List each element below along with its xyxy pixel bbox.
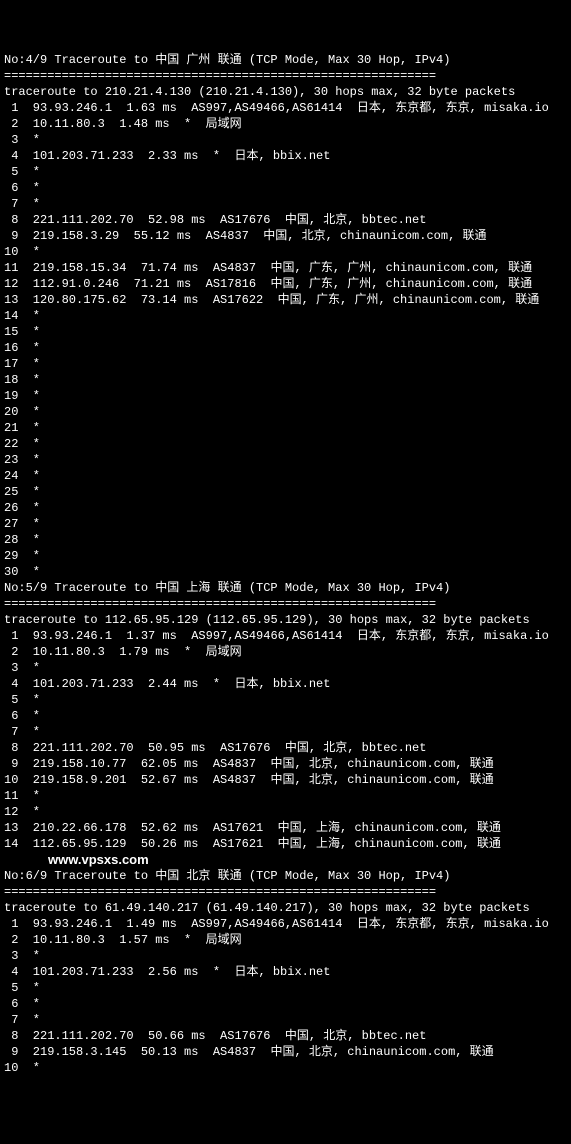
watermark-text: www.vpsxs.com	[4, 852, 567, 868]
terminal-line: 8 221.111.202.70 52.98 ms AS17676 中国, 北京…	[4, 212, 567, 228]
terminal-line: ========================================…	[4, 884, 567, 900]
terminal-line: 11 *	[4, 788, 567, 804]
terminal-line: traceroute to 61.49.140.217 (61.49.140.2…	[4, 900, 567, 916]
terminal-line: ========================================…	[4, 596, 567, 612]
terminal-line: 13 120.80.175.62 73.14 ms AS17622 中国, 广东…	[4, 292, 567, 308]
terminal-line: 1 93.93.246.1 1.37 ms AS997,AS49466,AS61…	[4, 628, 567, 644]
terminal-line: 25 *	[4, 484, 567, 500]
terminal-line: 28 *	[4, 532, 567, 548]
terminal-line: 15 *	[4, 324, 567, 340]
terminal-line: 4 101.203.71.233 2.56 ms * 日本, bbix.net	[4, 964, 567, 980]
terminal-line: 29 *	[4, 548, 567, 564]
terminal-line: 24 *	[4, 468, 567, 484]
terminal-line: 7 *	[4, 196, 567, 212]
terminal-line: 2 10.11.80.3 1.57 ms * 局域网	[4, 932, 567, 948]
terminal-line: 6 *	[4, 996, 567, 1012]
terminal-line: 5 *	[4, 980, 567, 996]
terminal-line: 1 93.93.246.1 1.63 ms AS997,AS49466,AS61…	[4, 100, 567, 116]
terminal-line: 7 *	[4, 1012, 567, 1028]
terminal-line: No:5/9 Traceroute to 中国 上海 联通 (TCP Mode,…	[4, 580, 567, 596]
terminal-line: 8 221.111.202.70 50.95 ms AS17676 中国, 北京…	[4, 740, 567, 756]
terminal-line: 8 221.111.202.70 50.66 ms AS17676 中国, 北京…	[4, 1028, 567, 1044]
terminal-line: 23 *	[4, 452, 567, 468]
terminal-line: 2 10.11.80.3 1.79 ms * 局域网	[4, 644, 567, 660]
terminal-line: 5 *	[4, 164, 567, 180]
terminal-line: ========================================…	[4, 68, 567, 84]
terminal-line: 9 219.158.3.145 50.13 ms AS4837 中国, 北京, …	[4, 1044, 567, 1060]
terminal-line: 2 10.11.80.3 1.48 ms * 局域网	[4, 116, 567, 132]
terminal-line: 3 *	[4, 660, 567, 676]
terminal-output: No:4/9 Traceroute to 中国 广州 联通 (TCP Mode,…	[4, 52, 567, 1076]
terminal-line: 1 93.93.246.1 1.49 ms AS997,AS49466,AS61…	[4, 916, 567, 932]
terminal-line: 30 *	[4, 564, 567, 580]
terminal-line: 17 *	[4, 356, 567, 372]
terminal-line: 10 *	[4, 1060, 567, 1076]
terminal-line: 14 *	[4, 308, 567, 324]
terminal-line: 16 *	[4, 340, 567, 356]
terminal-line: traceroute to 210.21.4.130 (210.21.4.130…	[4, 84, 567, 100]
terminal-line: traceroute to 112.65.95.129 (112.65.95.1…	[4, 612, 567, 628]
terminal-line: 4 101.203.71.233 2.44 ms * 日本, bbix.net	[4, 676, 567, 692]
terminal-line: 3 *	[4, 132, 567, 148]
terminal-line: 6 *	[4, 180, 567, 196]
terminal-line: 12 *	[4, 804, 567, 820]
terminal-line: 9 219.158.10.77 62.05 ms AS4837 中国, 北京, …	[4, 756, 567, 772]
terminal-line: 3 *	[4, 948, 567, 964]
terminal-line: 6 *	[4, 708, 567, 724]
terminal-line: No:6/9 Traceroute to 中国 北京 联通 (TCP Mode,…	[4, 868, 567, 884]
terminal-line: 21 *	[4, 420, 567, 436]
terminal-line: 13 210.22.66.178 52.62 ms AS17621 中国, 上海…	[4, 820, 567, 836]
terminal-line: 11 219.158.15.34 71.74 ms AS4837 中国, 广东,…	[4, 260, 567, 276]
terminal-line: 10 219.158.9.201 52.67 ms AS4837 中国, 北京,…	[4, 772, 567, 788]
terminal-line: 5 *	[4, 692, 567, 708]
terminal-line: 22 *	[4, 436, 567, 452]
terminal-line: 27 *	[4, 516, 567, 532]
terminal-line: No:4/9 Traceroute to 中国 广州 联通 (TCP Mode,…	[4, 52, 567, 68]
terminal-line: 14 112.65.95.129 50.26 ms AS17621 中国, 上海…	[4, 836, 567, 852]
terminal-line: 18 *	[4, 372, 567, 388]
terminal-line: 7 *	[4, 724, 567, 740]
terminal-line: 20 *	[4, 404, 567, 420]
terminal-line: 10 *	[4, 244, 567, 260]
terminal-line: 12 112.91.0.246 71.21 ms AS17816 中国, 广东,…	[4, 276, 567, 292]
terminal-line: 9 219.158.3.29 55.12 ms AS4837 中国, 北京, c…	[4, 228, 567, 244]
terminal-line: 19 *	[4, 388, 567, 404]
terminal-line: 4 101.203.71.233 2.33 ms * 日本, bbix.net	[4, 148, 567, 164]
terminal-line: 26 *	[4, 500, 567, 516]
